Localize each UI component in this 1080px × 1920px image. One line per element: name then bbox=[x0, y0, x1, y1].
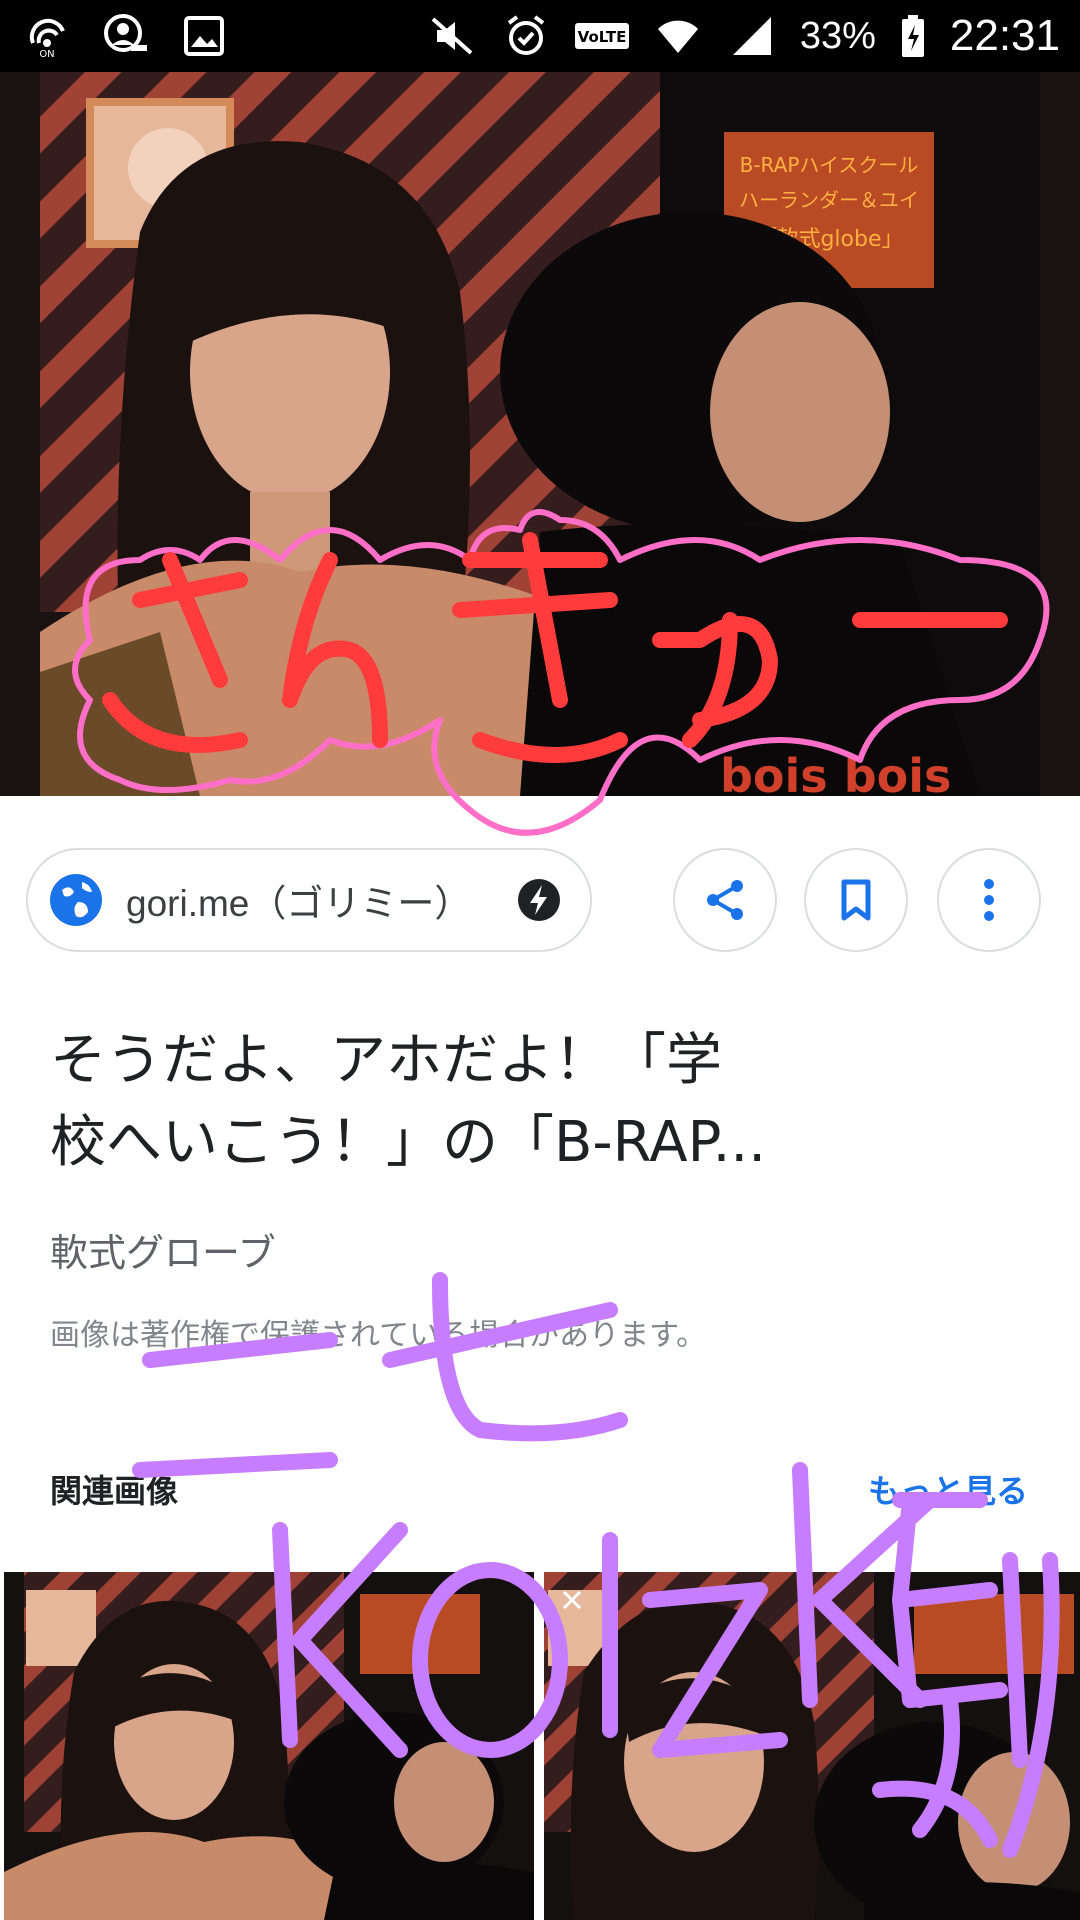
status-bar-left: ON bbox=[22, 8, 230, 64]
close-icon[interactable] bbox=[560, 1588, 584, 1612]
hero-image[interactable]: B-RAPハイスクール ハーランダー＆ユイ 「軟式globe」 bois boi… bbox=[0, 72, 1080, 796]
result-title-line-1: そうだよ、アホだよ！「学 bbox=[50, 1028, 722, 1093]
account-key-icon bbox=[100, 10, 152, 62]
result-subtitle: 軟式グローブ bbox=[50, 1231, 276, 1275]
alarm-icon bbox=[500, 10, 552, 62]
status-bar-right: VoLTE 33% 22:31 bbox=[426, 0, 1060, 72]
related-images-heading: 関連画像 bbox=[50, 1472, 179, 1510]
battery-icon bbox=[898, 10, 928, 62]
hero-shirt-text: bois bois bbox=[720, 749, 951, 796]
svg-text:VoLTE: VoLTE bbox=[578, 28, 627, 46]
wifi-icon bbox=[652, 10, 704, 62]
gallery-icon bbox=[178, 10, 230, 62]
wifi-calling-icon: ON bbox=[22, 10, 74, 62]
source-site-text: gori.me（ゴリミー） bbox=[126, 883, 472, 924]
related-thumbnail-2[interactable] bbox=[544, 1572, 1080, 1920]
result-title-line-2: 校へいこう！」の「B-RAP... bbox=[50, 1110, 767, 1175]
volte-icon: VoLTE bbox=[574, 10, 630, 62]
see-more-link[interactable]: もっと見る bbox=[868, 1466, 1028, 1512]
battery-percent: 33% bbox=[799, 14, 876, 57]
more-options-button[interactable] bbox=[937, 848, 1041, 952]
hero-caption-1: B-RAPハイスクール bbox=[740, 153, 919, 177]
status-bar: ON VoLTE 33% 22:31 bbox=[0, 0, 1080, 72]
more-vert-icon bbox=[984, 879, 994, 921]
result-title[interactable]: そうだよ、アホだよ！「学 校へいこう！」の「B-RAP... bbox=[50, 1020, 1010, 1184]
copyright-notice: 画像は著作権で保護されている場合があります。 bbox=[50, 1318, 707, 1353]
share-icon bbox=[707, 880, 743, 920]
mute-icon bbox=[426, 10, 478, 62]
share-button[interactable] bbox=[673, 848, 777, 952]
svg-text:ON: ON bbox=[39, 49, 54, 59]
bookmark-button[interactable] bbox=[804, 848, 908, 952]
amp-lightning-icon bbox=[518, 879, 560, 921]
hero-caption-2: ハーランダー＆ユイ bbox=[739, 188, 919, 212]
globe-icon bbox=[50, 874, 102, 926]
clock: 22:31 bbox=[949, 11, 1060, 60]
related-thumbnail-1[interactable] bbox=[4, 1572, 534, 1920]
bookmark-icon bbox=[841, 879, 871, 921]
signal-icon bbox=[726, 10, 778, 62]
source-chip[interactable]: gori.me（ゴリミー） bbox=[26, 848, 592, 952]
